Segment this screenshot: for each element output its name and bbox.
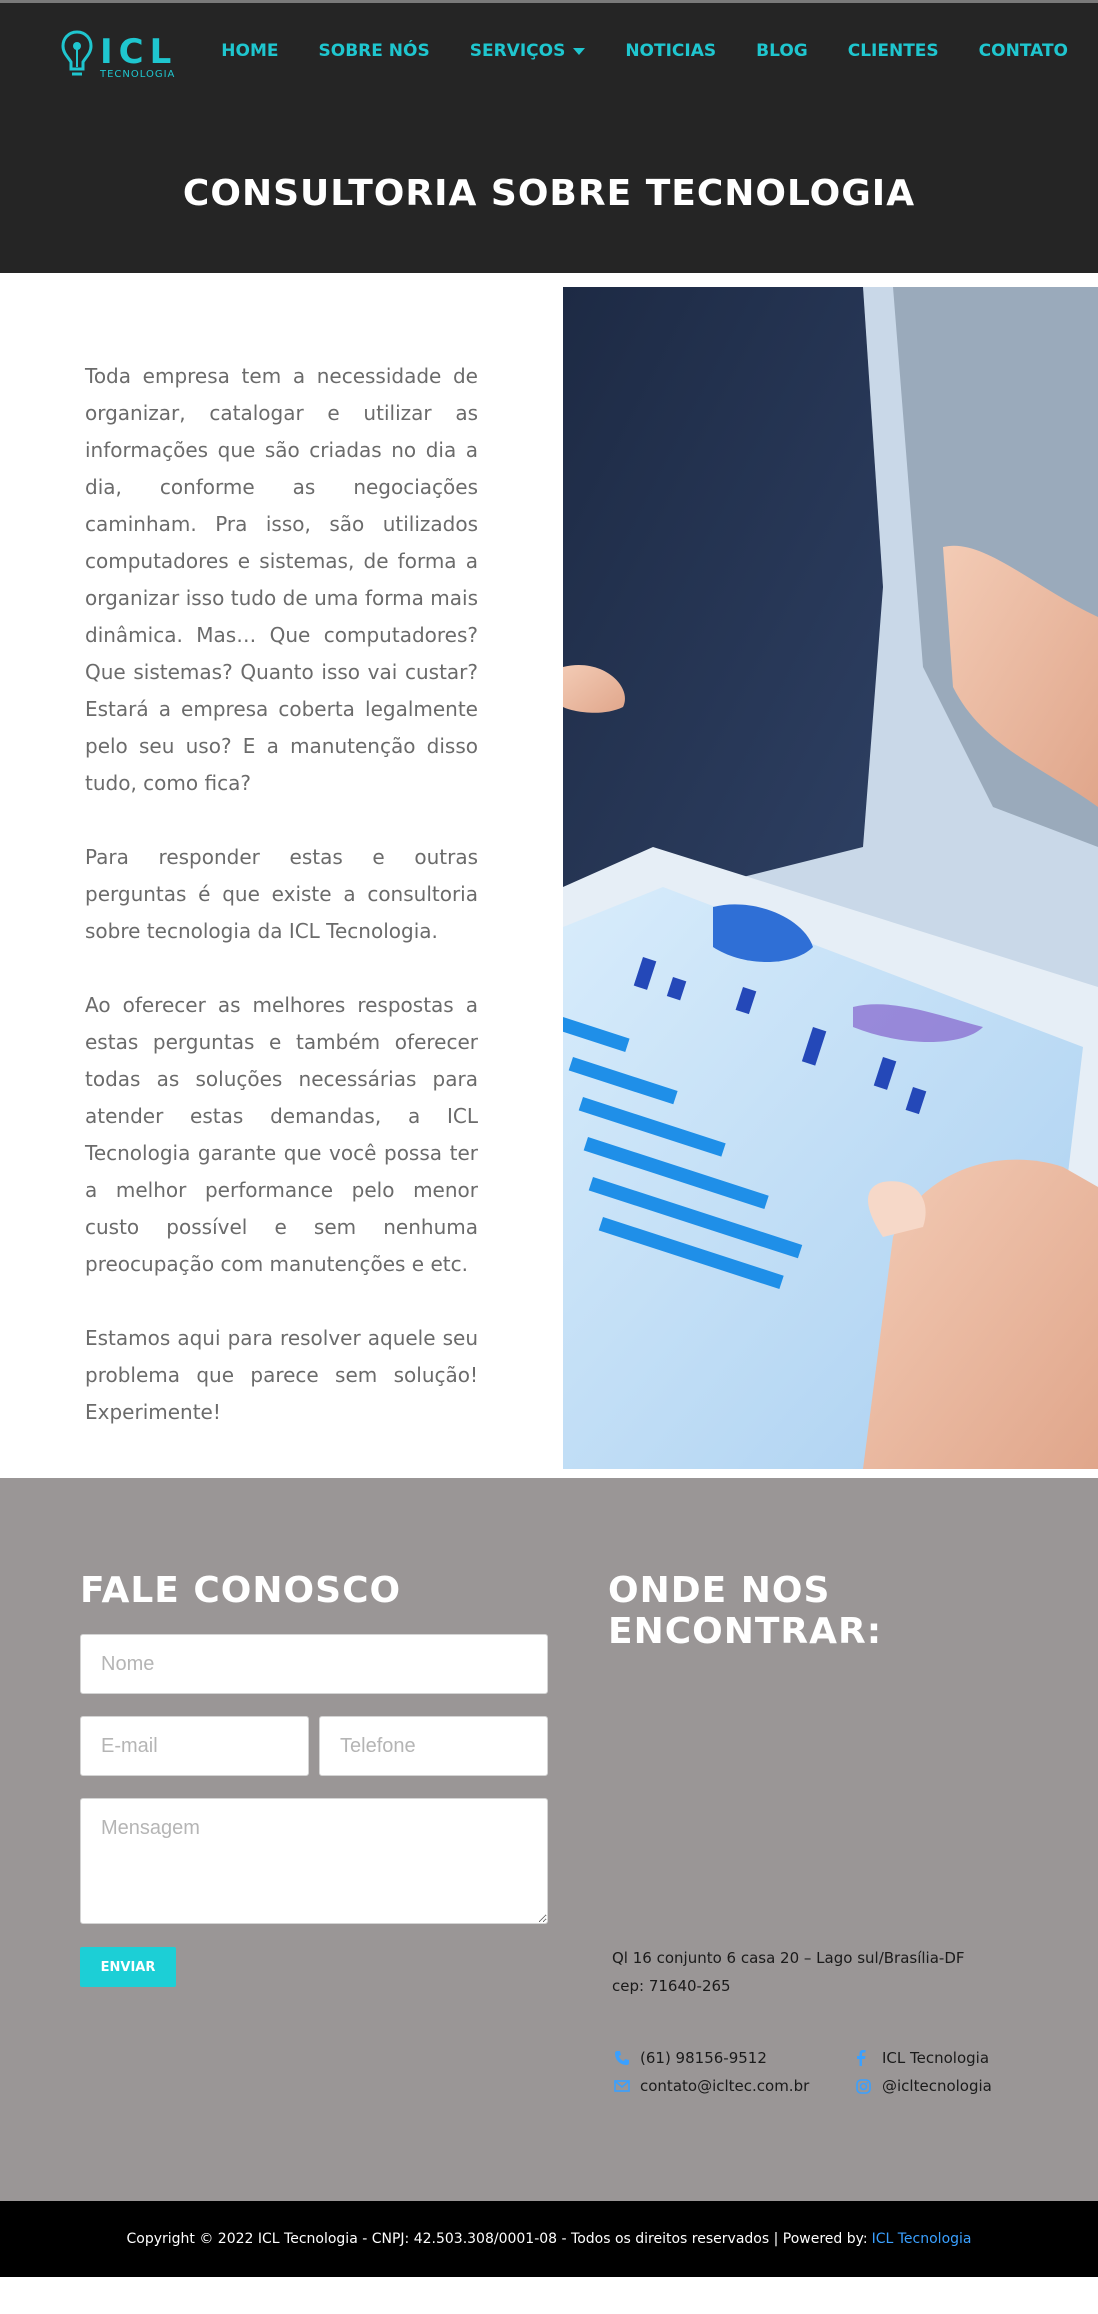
phone-icon — [614, 2048, 640, 2068]
address-block: Ql 16 conjunto 6 casa 20 – Lago sul/Bras… — [612, 1944, 965, 2000]
page-title: CONSULTORIA SOBRE TECNOLOGIA — [182, 173, 916, 214]
copyright-text: Copyright © 2022 ICL Tecnologia - CNPJ: … — [126, 2231, 868, 2247]
chevron-down-icon — [573, 47, 586, 55]
nav-sobre-nos[interactable]: SOBRE NÓS — [319, 41, 430, 61]
nav-noticias[interactable]: NOTICIAS — [625, 41, 716, 61]
phone-field[interactable] — [319, 1716, 548, 1776]
message-field[interactable] — [80, 1798, 548, 1924]
social-list: ICL Tecnologia @icltecnologia — [856, 2044, 992, 2100]
name-field[interactable] — [80, 1634, 548, 1694]
site-logo[interactable]: ICL TECNOLOGIA — [60, 29, 190, 83]
facebook-handle: ICL Tecnologia — [882, 2049, 990, 2067]
paragraph: Estamos aqui para resolver aquele seu pr… — [85, 1326, 478, 1424]
tablet-charts-photo — [563, 287, 1098, 1469]
logo-wordmark: ICL — [100, 32, 178, 72]
nav-clientes[interactable]: CLIENTES — [848, 41, 939, 61]
paragraph: Ao oferecer as melhores respostas a esta… — [85, 993, 478, 1276]
nav-home[interactable]: HOME — [221, 41, 278, 61]
instagram-handle: @icltecnologia — [882, 2077, 992, 2095]
address-line: Ql 16 conjunto 6 casa 20 – Lago sul/Bras… — [612, 1949, 965, 1967]
nav-servicos[interactable]: SERVIÇOS — [470, 41, 586, 61]
phone-item[interactable]: (61) 98156-9512 — [614, 2044, 809, 2072]
location-title: ONDE NOS ENCONTRAR: — [608, 1570, 883, 1652]
service-description: Toda empresa tem a necessidade de organi… — [85, 358, 478, 1468]
lightbulb-icon — [61, 30, 93, 76]
email-item[interactable]: contato@icltec.com.br — [614, 2072, 809, 2100]
logo-subtext: TECNOLOGIA — [100, 69, 176, 80]
envelope-icon — [614, 2076, 640, 2096]
powered-by-link[interactable]: ICL Tecnologia — [872, 2231, 972, 2247]
paragraph: Para responder estas e outras perguntas … — [85, 845, 478, 943]
postal-code: cep: 71640-265 — [612, 1977, 731, 1995]
copyright-notice: Copyright © 2022 ICL Tecnologia - CNPJ: … — [0, 2201, 1098, 2277]
nav-servicos-label: SERVIÇOS — [469, 41, 566, 61]
photo-illustration — [563, 287, 1098, 1469]
contact-list: (61) 98156-9512 contato@icltec.com.br — [614, 2044, 809, 2100]
instagram-icon — [856, 2076, 882, 2096]
contact-section: FALE CONOSCO ENVIAR ONDE NOS ENCONTRAR: … — [0, 1478, 1098, 2201]
site-footer: Copyright © 2022 ICL Tecnologia - CNPJ: … — [0, 2201, 1098, 2277]
instagram-item[interactable]: @icltecnologia — [856, 2072, 992, 2100]
facebook-item[interactable]: ICL Tecnologia — [856, 2044, 992, 2072]
site-header: ICL TECNOLOGIA HOME SOBRE NÓS SERVIÇOS N… — [0, 3, 1098, 273]
main-nav: HOME SOBRE NÓS SERVIÇOS NOTICIAS BLOG CL… — [181, 41, 1068, 61]
send-button[interactable]: ENVIAR — [80, 1947, 176, 1987]
contact-form-title: FALE CONOSCO — [80, 1570, 402, 1611]
facebook-icon — [856, 2048, 882, 2068]
email-address: contato@icltec.com.br — [640, 2077, 810, 2095]
email-field[interactable] — [80, 1716, 309, 1776]
paragraph: Toda empresa tem a necessidade de organi… — [85, 364, 478, 795]
phone-number: (61) 98156-9512 — [640, 2049, 767, 2067]
nav-contato[interactable]: CONTATO — [979, 41, 1068, 61]
nav-blog[interactable]: BLOG — [756, 41, 808, 61]
